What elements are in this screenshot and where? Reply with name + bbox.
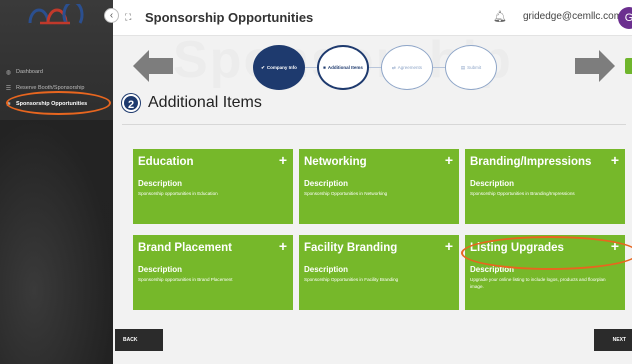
card-description-label: Description — [470, 179, 515, 188]
avatar[interactable]: G — [618, 7, 632, 29]
plus-icon[interactable]: + — [611, 152, 619, 168]
annotation-oval — [6, 91, 111, 115]
submit-icon: ▤ — [460, 64, 466, 70]
card-description: Upgrade your online listing to include l… — [470, 277, 606, 289]
green-side-tab[interactable] — [625, 58, 632, 74]
card-description: Sponsorship opportunities in Education — [138, 191, 218, 196]
card-networking[interactable]: Networking + Description Sponsorship Opp… — [299, 149, 459, 224]
card-description: Sponsorship Opportunities in Branding/Im… — [470, 191, 575, 196]
card-title: Brand Placement — [138, 242, 232, 254]
card-title: Networking — [304, 156, 367, 168]
bell-icon[interactable]: 🔔︎ — [493, 10, 507, 23]
previous-step-arrow-icon[interactable] — [133, 50, 173, 82]
step-label: Additional Items — [327, 65, 363, 70]
card-education[interactable]: Education + Description Sponsorship oppo… — [133, 149, 293, 224]
section-title: Additional Items — [148, 94, 262, 111]
section-header: 2 Additional Items — [122, 94, 262, 112]
handshake-icon: ⇄ — [391, 64, 396, 70]
card-description-label: Description — [304, 265, 349, 274]
expand-icon[interactable]: ⛶ — [125, 12, 139, 23]
user-email[interactable]: gridedge@cemllc.com — [523, 11, 622, 22]
step-label: Agreements — [397, 65, 423, 70]
next-step-arrow-icon[interactable] — [575, 50, 615, 82]
main-content: Sponsorship ✔ Company Info ■ Additional … — [113, 31, 632, 364]
dashboard-icon: ◍ — [5, 69, 12, 76]
next-button[interactable]: NEXT — [594, 329, 632, 351]
plus-icon[interactable]: + — [445, 152, 453, 168]
card-brand-placement[interactable]: Brand Placement + Description Sponsorshi… — [133, 235, 293, 310]
step-company-info[interactable]: ✔ Company Info — [253, 45, 305, 90]
card-branding-impressions[interactable]: Branding/Impressions + Description Spons… — [465, 149, 625, 224]
card-facility-branding[interactable]: Facility Branding + Description Sponsors… — [299, 235, 459, 310]
collapse-sidebar-button[interactable]: ‹ — [104, 8, 119, 23]
card-title: Education — [138, 156, 194, 168]
company-logo — [28, 4, 84, 25]
plus-icon[interactable]: + — [279, 238, 287, 254]
section-number-badge: 2 — [122, 94, 140, 112]
step-additional-items[interactable]: ■ Additional Items — [317, 45, 369, 90]
card-description: Sponsorship Opportunities in Networking — [304, 191, 388, 196]
sidebar-item-label: Dashboard — [16, 69, 43, 75]
sidebar: ◍ Dashboard ☰ Reserve Booth/Sponsorship … — [0, 0, 113, 364]
card-description: Sponsorship Opportunities in Facility Br… — [304, 277, 399, 282]
divider — [122, 124, 626, 125]
sidebar-background-image — [0, 120, 113, 364]
card-description-label: Description — [138, 265, 183, 274]
annotation-oval — [461, 236, 632, 270]
card-description-label: Description — [138, 179, 183, 188]
card-title: Facility Branding — [304, 242, 398, 254]
step-agreements[interactable]: ⇄ Agreements — [381, 45, 433, 90]
card-title: Branding/Impressions — [470, 156, 592, 168]
step-label: Company Info — [266, 65, 297, 70]
step-label: Submit — [467, 65, 482, 70]
check-icon: ✔ — [261, 64, 265, 70]
step-submit[interactable]: ▤ Submit — [445, 45, 497, 90]
list-icon: ☰ — [5, 85, 12, 92]
plus-icon[interactable]: + — [445, 238, 453, 254]
page-title: Sponsorship Opportunities — [145, 10, 314, 25]
card-description: Sponsorship opportunities in Brand Place… — [138, 277, 233, 282]
card-description-label: Description — [304, 179, 349, 188]
sidebar-item-dashboard[interactable]: ◍ Dashboard — [0, 64, 113, 80]
back-button[interactable]: BACK — [115, 329, 163, 351]
sidebar-item-label: Reserve Booth/Sponsorship — [16, 85, 85, 91]
plus-icon[interactable]: + — [279, 152, 287, 168]
bag-icon: ■ — [323, 65, 326, 70]
